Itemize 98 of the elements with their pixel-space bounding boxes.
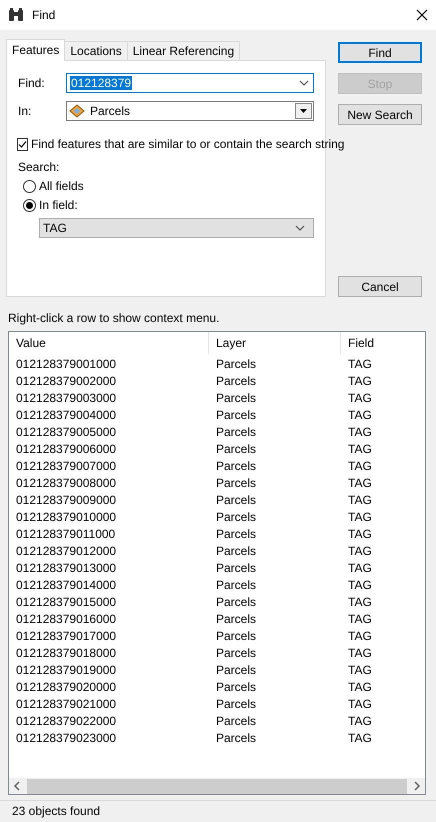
table-cell-text: TAG — [347, 577, 373, 594]
table-cell-text: TAG — [347, 390, 373, 407]
table-cell-text: Parcels — [215, 390, 258, 407]
table-cell-text: Parcels — [215, 509, 258, 526]
column-header[interactable]: Field — [341, 332, 425, 354]
table-cell-text: Parcels — [215, 526, 258, 543]
table-cell-text: TAG — [347, 509, 373, 526]
table-cell-text: Parcels — [215, 356, 258, 373]
table-cell-text: 012128379003000 — [15, 390, 118, 407]
tab[interactable]: Features — [6, 39, 66, 61]
table-cell-text: 012128379016000 — [15, 611, 118, 628]
table-cell-text: TAG — [347, 713, 373, 730]
table-cell-text: 012128379017000 — [15, 628, 118, 645]
table-cell-text: TAG — [347, 696, 373, 713]
table-cell-text: Parcels — [215, 458, 258, 475]
table-cell-text: Parcels — [215, 373, 258, 390]
table-cell-text: 012128379008000 — [15, 475, 118, 492]
binoculars-icon — [8, 7, 24, 23]
table-cell-text: 012128379015000 — [15, 594, 118, 611]
table-cell-text: Parcels — [215, 628, 258, 645]
table-cell-text: 012128379019000 — [15, 662, 118, 679]
in-label: In: — [18, 104, 32, 118]
table-cell-text: TAG — [347, 356, 373, 373]
field-dropdown[interactable]: TAG — [39, 218, 314, 238]
cancel-button[interactable]: Cancel — [338, 276, 422, 297]
table-cell-text: Parcels — [215, 594, 258, 611]
table-cell-text: 012128379012000 — [15, 543, 118, 560]
radio-label: In field: — [39, 198, 78, 212]
table-cell-text: Parcels — [215, 730, 258, 747]
table-cell-text: 012128379005000 — [15, 424, 118, 441]
find-label: Find: — [18, 76, 46, 90]
table-cell-text: Parcels — [215, 662, 258, 679]
table-cell-text: TAG — [347, 662, 373, 679]
table-cell-text: TAG — [347, 458, 373, 475]
checkbox-label: Find features that are similar to or contain the search string — [31, 137, 344, 151]
table-cell-text: TAG — [347, 730, 373, 747]
table-cell-text: Parcels — [215, 424, 258, 441]
table-cell-text: TAG — [347, 679, 373, 696]
table-cell-text: Parcels — [215, 696, 258, 713]
table-cell-text: TAG — [347, 492, 373, 509]
window-title: Find — [32, 8, 56, 22]
table-cell-text: 012128379022000 — [15, 713, 118, 730]
table-cell-text: Parcels — [215, 713, 258, 730]
table-cell-text: 012128379023000 — [15, 730, 118, 747]
table-cell-text: 012128379013000 — [15, 560, 118, 577]
tab[interactable]: Linear Referencing — [126, 41, 240, 60]
table-cell-text: Parcels — [215, 577, 258, 594]
table-cell-text: 012128379020000 — [15, 679, 118, 696]
table-cell-text: 012128379004000 — [15, 407, 118, 424]
table-cell-text: 012128379018000 — [15, 645, 118, 662]
table-cell-text: 012128379014000 — [15, 577, 118, 594]
table-cell-text: TAG — [347, 526, 373, 543]
table-cell-text: 012128379011000 — [15, 526, 116, 543]
close-icon[interactable] — [416, 9, 428, 21]
find-button[interactable]: Find — [338, 42, 422, 63]
table-cell-text: Parcels — [215, 492, 258, 509]
table-cell-text: Parcels — [215, 441, 258, 458]
search-label: Search: — [18, 160, 60, 174]
table-cell-text: Parcels — [215, 407, 258, 424]
column-header[interactable]: Value — [9, 332, 209, 354]
hint-text: Right-click a row to show context menu. — [7, 310, 220, 327]
table-cell-text: TAG — [347, 475, 373, 492]
table-cell-text: TAG — [347, 543, 373, 560]
table-cell-text: 012128379007000 — [15, 458, 118, 475]
radio-button[interactable] — [23, 180, 36, 192]
table-cell-text: 012128379021000 — [15, 696, 118, 713]
table-cell-text: TAG — [347, 560, 373, 577]
table-cell-text: TAG — [347, 424, 373, 441]
layer-icon — [69, 104, 85, 118]
table-cell-text: TAG — [347, 407, 373, 424]
table-cell-text: 012128379006000 — [15, 441, 118, 458]
chevron-icon — [299, 80, 309, 86]
table-cell-text: TAG — [347, 373, 373, 390]
find-field[interactable]: 012128379 — [66, 73, 314, 93]
radio-label: All fields — [39, 179, 84, 193]
table-cell-text: Parcels — [215, 543, 258, 560]
table-cell-text: Parcels — [215, 645, 258, 662]
layer-dropdown[interactable]: Parcels — [66, 101, 314, 121]
table-cell-text: 012128379010000 — [15, 509, 118, 526]
checkbox[interactable] — [17, 138, 28, 150]
table-cell-text: Parcels — [215, 679, 258, 696]
table-cell-text: TAG — [347, 628, 373, 645]
table-cell-text: TAG — [347, 645, 373, 662]
table-cell-text: 012128379002000 — [15, 373, 118, 390]
radio-button[interactable] — [23, 198, 36, 212]
table-cell-text: Parcels — [215, 560, 258, 577]
table-cell-text: TAG — [347, 611, 373, 628]
table-cell-text: TAG — [347, 594, 373, 611]
column-header[interactable]: Layer — [209, 332, 341, 354]
dropdown-arrow-icon — [300, 109, 307, 113]
chevron-icon — [295, 225, 305, 231]
status-text: 23 objects found — [0, 800, 436, 822]
table-cell-text: Parcels — [215, 475, 258, 492]
table-cell-text: TAG — [347, 441, 373, 458]
table-cell-text: 012128379001000 — [15, 356, 118, 373]
new-search-button[interactable]: New Search — [338, 104, 422, 125]
table-cell-text: 012128379009000 — [15, 492, 118, 509]
table-cell-text: Parcels — [215, 611, 258, 628]
